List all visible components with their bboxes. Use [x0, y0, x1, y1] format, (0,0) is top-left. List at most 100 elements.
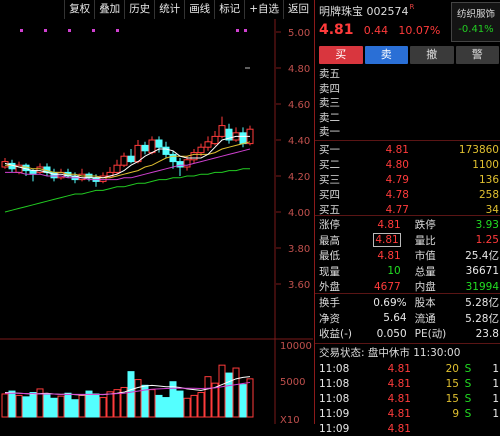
float-shares-label: 流通 [414, 312, 436, 325]
volume-bar [246, 378, 254, 418]
event-dot [20, 29, 23, 32]
buy-level-row[interactable]: 买二 4.80 1100 [319, 157, 499, 172]
mark-button[interactable]: 标记 [214, 0, 244, 19]
buy-level-price: 4.78 [385, 188, 409, 201]
y-tick-label: 5.00 [288, 28, 310, 39]
restore-rights-button[interactable]: 复权 [64, 0, 94, 19]
market-cap-value: 25.4亿 [465, 250, 499, 263]
price-change-pct: 10.07% [398, 24, 441, 37]
buy-level-label: 买四 [319, 189, 340, 201]
stats-button[interactable]: 统计 [154, 0, 184, 19]
net-assets-value: 5.64 [383, 312, 407, 325]
overlay-button[interactable]: 叠加 [94, 0, 124, 19]
alert-button[interactable]: 警 [455, 46, 499, 64]
volume-bar [15, 394, 23, 418]
trade-actions: 买 卖 撤 警 [319, 46, 499, 64]
y-tick-label: 4.20 [288, 172, 310, 183]
back-button[interactable]: 返回 [283, 0, 313, 19]
tick-direction: S [464, 362, 472, 375]
turnover-value: 0.69% [373, 296, 407, 309]
trade-status: 交易状态: 盘中休市 11:30:00 [319, 345, 460, 360]
buy-button[interactable]: 买 [319, 46, 363, 64]
trade-status-value: 盘中休市 11:30:00 [367, 347, 461, 359]
tick-list[interactable]: 11:08 4.81 20 S 1 11:08 4.81 15 S 1 11:08 4.81 15 S 1 1… [319, 361, 499, 436]
sell-button[interactable]: 卖 [364, 46, 408, 64]
volume-bar [78, 394, 86, 418]
volume-unit-label: X10 [280, 415, 300, 424]
y-tick-label: 4.40 [288, 136, 310, 147]
tick-time: 11:09 [319, 407, 350, 420]
volume-bar [29, 392, 37, 418]
tick-time: 11:08 [319, 392, 350, 405]
draw-line-button[interactable]: 画线 [184, 0, 214, 19]
volume-bar [232, 367, 240, 418]
volume-bar [99, 397, 107, 418]
buy-level-price: 4.81 [385, 143, 409, 156]
event-dot [44, 29, 47, 32]
tick-price: 4.81 [387, 422, 411, 435]
buy-level-volume: 1100 [472, 158, 499, 171]
sell-orders: 卖五 卖四 卖三 卖二 卖一 [319, 67, 340, 140]
volume-bar [64, 392, 72, 418]
tick-price: 4.81 [387, 392, 411, 405]
tick-volume: 9 [452, 407, 459, 420]
history-button[interactable]: 历史 [124, 0, 154, 19]
volume-bar [106, 391, 114, 418]
net-assets-label: 净资 [319, 312, 340, 325]
divider [315, 215, 500, 216]
candle-body [197, 146, 205, 154]
add-watchlist-button[interactable]: +自选 [244, 0, 283, 19]
volume-ratio-value: 1.25 [475, 234, 499, 247]
candle-body [29, 170, 37, 175]
table-row: 现量 10 总量 36671 [319, 264, 499, 280]
candle-body [162, 146, 170, 155]
candle-body [183, 159, 191, 168]
limit-down-value: 3.93 [475, 218, 499, 231]
y-tick-label: 3.60 [288, 280, 310, 291]
volume-bar [127, 371, 135, 418]
sell-level: 卖三 [319, 97, 340, 109]
kline-chart[interactable]: 5.00 4.80 4.60 4.40 4.20 4.00 3.80 3.60 10000 500… [0, 19, 313, 424]
sector-box[interactable]: 纺织服饰 -0.41% [451, 2, 500, 42]
current-volume-label: 现量 [319, 265, 340, 278]
volume-bar [183, 397, 191, 418]
event-dot [68, 29, 71, 32]
volume-bar [50, 397, 58, 418]
tick-count: 1 [492, 392, 499, 405]
ma60-line [4, 168, 250, 213]
volume-bar [218, 364, 226, 418]
table-row: 最高 4.81 量比 1.25 [319, 233, 499, 249]
volume-bar [162, 397, 170, 418]
share-capital-label: 股本 [414, 297, 436, 310]
event-dot [92, 29, 95, 32]
table-row: 净资 5.64 流通 5.28亿 [319, 311, 499, 327]
candle-body [120, 155, 128, 166]
volume-bar [8, 390, 16, 418]
sell-level: 卖二 [319, 111, 340, 124]
table-row: 收益(-) 0.050 PE(动) 23.8 [319, 326, 499, 342]
eps-value: 0.050 [376, 327, 407, 340]
tick-count [477, 421, 499, 436]
cancel-order-button[interactable]: 撤 [410, 46, 454, 64]
buy-level-row[interactable]: 买一 4.81 173860 [319, 142, 499, 157]
divider [315, 293, 500, 294]
volume-bar [197, 392, 205, 418]
table-row: 涨停 4.81 跌停 3.93 [319, 217, 499, 233]
buy-level-row[interactable]: 买四 4.78 258 [319, 187, 499, 202]
tick-direction: S [464, 392, 472, 405]
candle-body [218, 125, 226, 137]
total-volume-value: 36671 [465, 265, 499, 278]
tick-time: 11:09 [319, 422, 350, 435]
high-value: 4.81 [373, 233, 401, 248]
tick-direction: S [464, 407, 472, 420]
stock-name: 明牌珠宝 [319, 5, 363, 18]
tick-price: 4.81 [387, 407, 411, 420]
margin-badge: R [409, 3, 415, 11]
price-change: 0.44 [363, 24, 389, 37]
volume-bar [22, 396, 30, 418]
volume-bar [204, 376, 212, 418]
tick-direction: S [464, 377, 472, 390]
divider [315, 343, 500, 344]
buy-level-row[interactable]: 买三 4.79 136 [319, 172, 499, 187]
buy-level-label: 买一 [319, 144, 340, 156]
